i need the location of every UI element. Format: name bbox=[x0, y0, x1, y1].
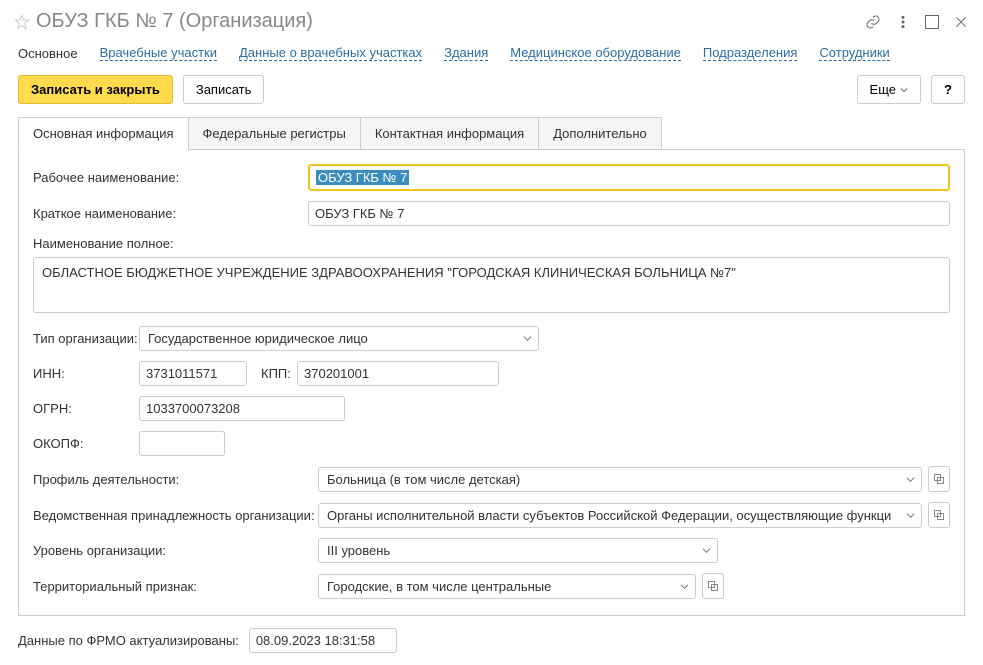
nav-departments[interactable]: Подразделения bbox=[703, 45, 798, 61]
work-name-value: ОБУЗ ГКБ № 7 bbox=[316, 170, 409, 185]
row-profile: Профиль деятельности: bbox=[33, 466, 950, 492]
maximize-icon[interactable] bbox=[925, 15, 939, 29]
nav-main[interactable]: Основное bbox=[18, 46, 78, 61]
chevron-down-icon bbox=[680, 582, 689, 591]
level-input[interactable] bbox=[318, 538, 696, 563]
org-type-dropdown[interactable] bbox=[517, 326, 539, 351]
full-name-label: Наименование полное: bbox=[33, 236, 174, 251]
territory-dropdown[interactable] bbox=[674, 574, 696, 599]
tab-container: Основная информация Федеральные регистры… bbox=[18, 116, 965, 616]
org-type-input[interactable] bbox=[139, 326, 517, 351]
row-territory: Территориальный признак: bbox=[33, 573, 950, 599]
row-agency: Ведомственная принадлежность организации… bbox=[33, 502, 950, 528]
short-name-input[interactable] bbox=[308, 201, 950, 226]
nav-areas[interactable]: Врачебные участки bbox=[100, 45, 217, 61]
chevron-down-icon bbox=[702, 546, 711, 555]
open-icon bbox=[933, 509, 945, 521]
row-inn: ИНН: КПП: bbox=[33, 361, 950, 386]
chevron-down-icon bbox=[906, 511, 915, 520]
okopf-input[interactable] bbox=[139, 431, 225, 456]
footer: Данные по ФРМО актуализированы: bbox=[0, 616, 983, 665]
frmo-label: Данные по ФРМО актуализированы: bbox=[18, 633, 239, 648]
work-name-label: Рабочее наименование: bbox=[33, 170, 308, 185]
row-full-name: Наименование полное: bbox=[33, 236, 950, 316]
agency-open-button[interactable] bbox=[928, 502, 950, 528]
ogrn-label: ОГРН: bbox=[33, 401, 139, 416]
help-button[interactable]: ? bbox=[931, 75, 965, 104]
tab-federal[interactable]: Федеральные регистры bbox=[188, 117, 361, 150]
ogrn-input[interactable] bbox=[139, 396, 345, 421]
more-button[interactable]: Еще bbox=[857, 75, 921, 104]
title-actions bbox=[865, 14, 969, 30]
row-org-type: Тип организации: bbox=[33, 326, 950, 351]
tab-content: Рабочее наименование: ОБУЗ ГКБ № 7 Кратк… bbox=[18, 149, 965, 616]
tabs: Основная информация Федеральные регистры… bbox=[18, 116, 965, 149]
profile-dropdown[interactable] bbox=[900, 467, 922, 492]
profile-label: Профиль деятельности: bbox=[33, 472, 318, 487]
row-work-name: Рабочее наименование: ОБУЗ ГКБ № 7 bbox=[33, 164, 950, 191]
close-icon[interactable] bbox=[953, 14, 969, 30]
agency-label: Ведомственная принадлежность организации… bbox=[33, 508, 318, 523]
more-label: Еще bbox=[870, 82, 896, 97]
row-level: Уровень организации: bbox=[33, 538, 950, 563]
chevron-down-icon bbox=[900, 86, 908, 94]
territory-input[interactable] bbox=[318, 574, 674, 599]
short-name-label: Краткое наименование: bbox=[33, 206, 308, 221]
star-icon[interactable] bbox=[14, 14, 30, 30]
row-ogrn: ОГРН: bbox=[33, 396, 950, 421]
page-title: ОБУЗ ГКБ № 7 (Организация) bbox=[36, 10, 865, 33]
save-close-button[interactable]: Записать и закрыть bbox=[18, 75, 173, 104]
territory-open-button[interactable] bbox=[702, 573, 724, 599]
tab-extra[interactable]: Дополнительно bbox=[538, 117, 662, 150]
okopf-label: ОКОПФ: bbox=[33, 436, 139, 451]
level-dropdown[interactable] bbox=[696, 538, 718, 563]
row-short-name: Краткое наименование: bbox=[33, 201, 950, 226]
profile-input[interactable] bbox=[318, 467, 900, 492]
nav-area-data[interactable]: Данные о врачебных участках bbox=[239, 45, 422, 61]
row-okopf: ОКОПФ: bbox=[33, 431, 950, 456]
level-label: Уровень организации: bbox=[33, 543, 318, 558]
link-icon[interactable] bbox=[865, 14, 881, 30]
chevron-down-icon bbox=[523, 334, 532, 343]
open-icon bbox=[707, 580, 719, 592]
tab-main[interactable]: Основная информация bbox=[18, 117, 189, 150]
tab-contact[interactable]: Контактная информация bbox=[360, 117, 539, 150]
inn-label: ИНН: bbox=[33, 366, 139, 381]
save-button[interactable]: Записать bbox=[183, 75, 265, 104]
agency-input[interactable] bbox=[318, 503, 900, 528]
nav-buildings[interactable]: Здания bbox=[444, 45, 488, 61]
toolbar: Записать и закрыть Записать Еще ? bbox=[0, 75, 983, 116]
title-bar: ОБУЗ ГКБ № 7 (Организация) bbox=[0, 0, 983, 39]
profile-open-button[interactable] bbox=[928, 466, 950, 492]
nav-equipment[interactable]: Медицинское оборудование bbox=[510, 45, 681, 61]
agency-dropdown[interactable] bbox=[900, 503, 922, 528]
nav-employees[interactable]: Сотрудники bbox=[819, 45, 889, 61]
org-type-label: Тип организации: bbox=[33, 331, 139, 346]
nav-links: Основное Врачебные участки Данные о врач… bbox=[0, 39, 983, 75]
territory-label: Территориальный признак: bbox=[33, 579, 318, 594]
kpp-label: КПП: bbox=[261, 366, 297, 381]
inn-input[interactable] bbox=[139, 361, 247, 386]
more-icon[interactable] bbox=[895, 14, 911, 30]
work-name-input[interactable]: ОБУЗ ГКБ № 7 bbox=[308, 164, 950, 191]
full-name-input[interactable] bbox=[33, 257, 950, 313]
open-icon bbox=[933, 473, 945, 485]
kpp-input[interactable] bbox=[297, 361, 499, 386]
chevron-down-icon bbox=[906, 475, 915, 484]
frmo-date-input[interactable] bbox=[249, 628, 397, 653]
